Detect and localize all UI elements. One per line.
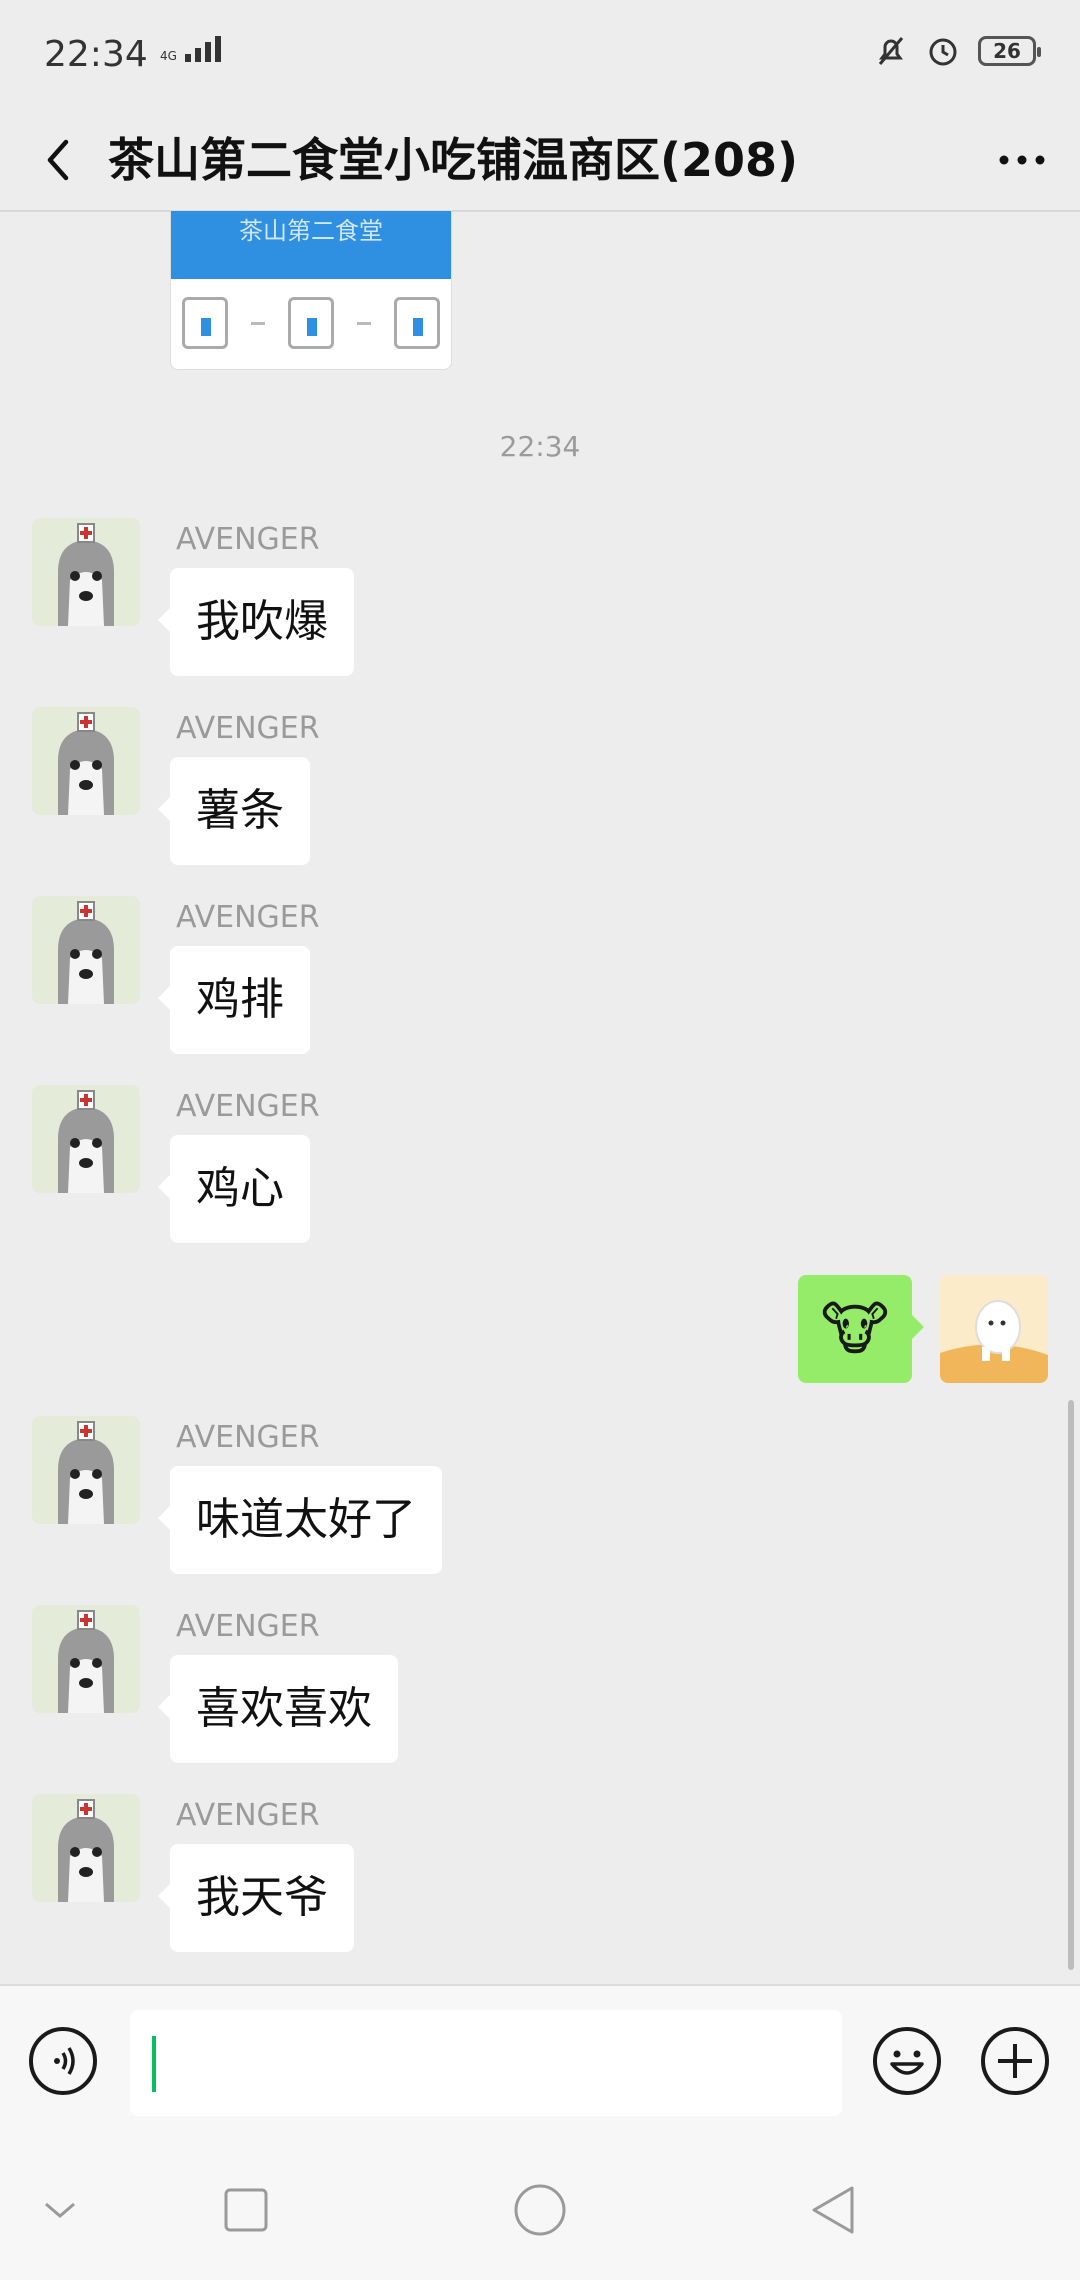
husky-avatar-icon — [32, 1605, 140, 1713]
home-icon[interactable] — [510, 2180, 570, 2240]
avatar[interactable] — [32, 896, 140, 1004]
avatar[interactable] — [32, 1605, 140, 1713]
sender-name: AVENGER — [176, 522, 320, 557]
chat-history[interactable]: 茶山第二食堂 22:34 AVENGER 我吹爆 AVENGER 薯条 AVEN… — [0, 210, 1080, 1984]
self-avatar[interactable] — [940, 1275, 1048, 1383]
avatar[interactable] — [32, 1416, 140, 1524]
shared-image-message[interactable]: 茶山第二食堂 — [170, 210, 452, 370]
message-bubble[interactable]: 我天爷 — [158, 1844, 354, 1952]
sender-name: AVENGER — [176, 1420, 320, 1455]
self-message-bubble[interactable]: 🐮 — [798, 1275, 924, 1383]
system-navigation-bar — [0, 2140, 1080, 2280]
husky-avatar-icon — [32, 1416, 140, 1524]
sender-name: AVENGER — [176, 1798, 320, 1833]
message-input[interactable] — [130, 2010, 842, 2116]
message-bubble[interactable]: 鸡排 — [158, 946, 310, 1054]
sender-name: AVENGER — [176, 900, 320, 935]
voice-input-icon[interactable] — [28, 2026, 98, 2096]
sender-name: AVENGER — [176, 1089, 320, 1124]
avatar[interactable] — [32, 707, 140, 815]
shared-image-steps — [171, 279, 451, 367]
signal-icon: 4G — [160, 36, 221, 62]
husky-avatar-icon — [32, 1794, 140, 1902]
chat-header: 茶山第二食堂小吃铺温商区(208) — [0, 110, 1080, 212]
avatar[interactable] — [32, 518, 140, 626]
add-icon[interactable] — [980, 2026, 1050, 2096]
status-time: 22:34 — [44, 34, 148, 75]
message-bubble[interactable]: 薯条 — [158, 757, 310, 865]
alarm-icon — [929, 38, 957, 66]
husky-avatar-icon — [32, 707, 140, 815]
status-bar: 22:34 4G 26 — [0, 0, 1080, 110]
message-bubble[interactable]: 喜欢喜欢 — [158, 1655, 398, 1763]
text-caret — [152, 2036, 156, 2092]
sender-name: AVENGER — [176, 711, 320, 746]
bell-muted-icon — [878, 37, 904, 65]
husky-avatar-icon — [32, 518, 140, 626]
message-bubble[interactable]: 味道太好了 — [158, 1466, 442, 1574]
back-arrow-icon[interactable] — [34, 130, 94, 190]
shared-image-caption: 茶山第二食堂 — [171, 211, 451, 279]
avatar[interactable] — [32, 1085, 140, 1193]
chat-scrollbar[interactable] — [1068, 1400, 1074, 1970]
sender-name: AVENGER — [176, 1609, 320, 1644]
avatar[interactable] — [32, 1794, 140, 1902]
more-icon[interactable] — [992, 130, 1052, 190]
message-timestamp: 22:34 — [499, 430, 581, 463]
battery-level: 26 — [993, 39, 1021, 63]
network-type: 4G — [160, 49, 177, 63]
message-bubble[interactable]: 我吹爆 — [158, 568, 354, 676]
message-bubble[interactable]: 鸡心 — [158, 1135, 310, 1243]
husky-avatar-icon — [32, 1085, 140, 1193]
battery-icon: 26 — [978, 36, 1041, 66]
chevron-down-icon[interactable] — [30, 2180, 90, 2240]
chat-title: 茶山第二食堂小吃铺温商区(208) — [108, 133, 799, 187]
cartoon-cow-avatar-icon — [940, 1275, 1048, 1383]
input-bar — [0, 1984, 1080, 2142]
emoji-icon[interactable] — [872, 2026, 942, 2096]
husky-avatar-icon — [32, 896, 140, 1004]
back-triangle-icon[interactable] — [804, 2180, 864, 2240]
recent-apps-icon[interactable] — [216, 2180, 276, 2240]
